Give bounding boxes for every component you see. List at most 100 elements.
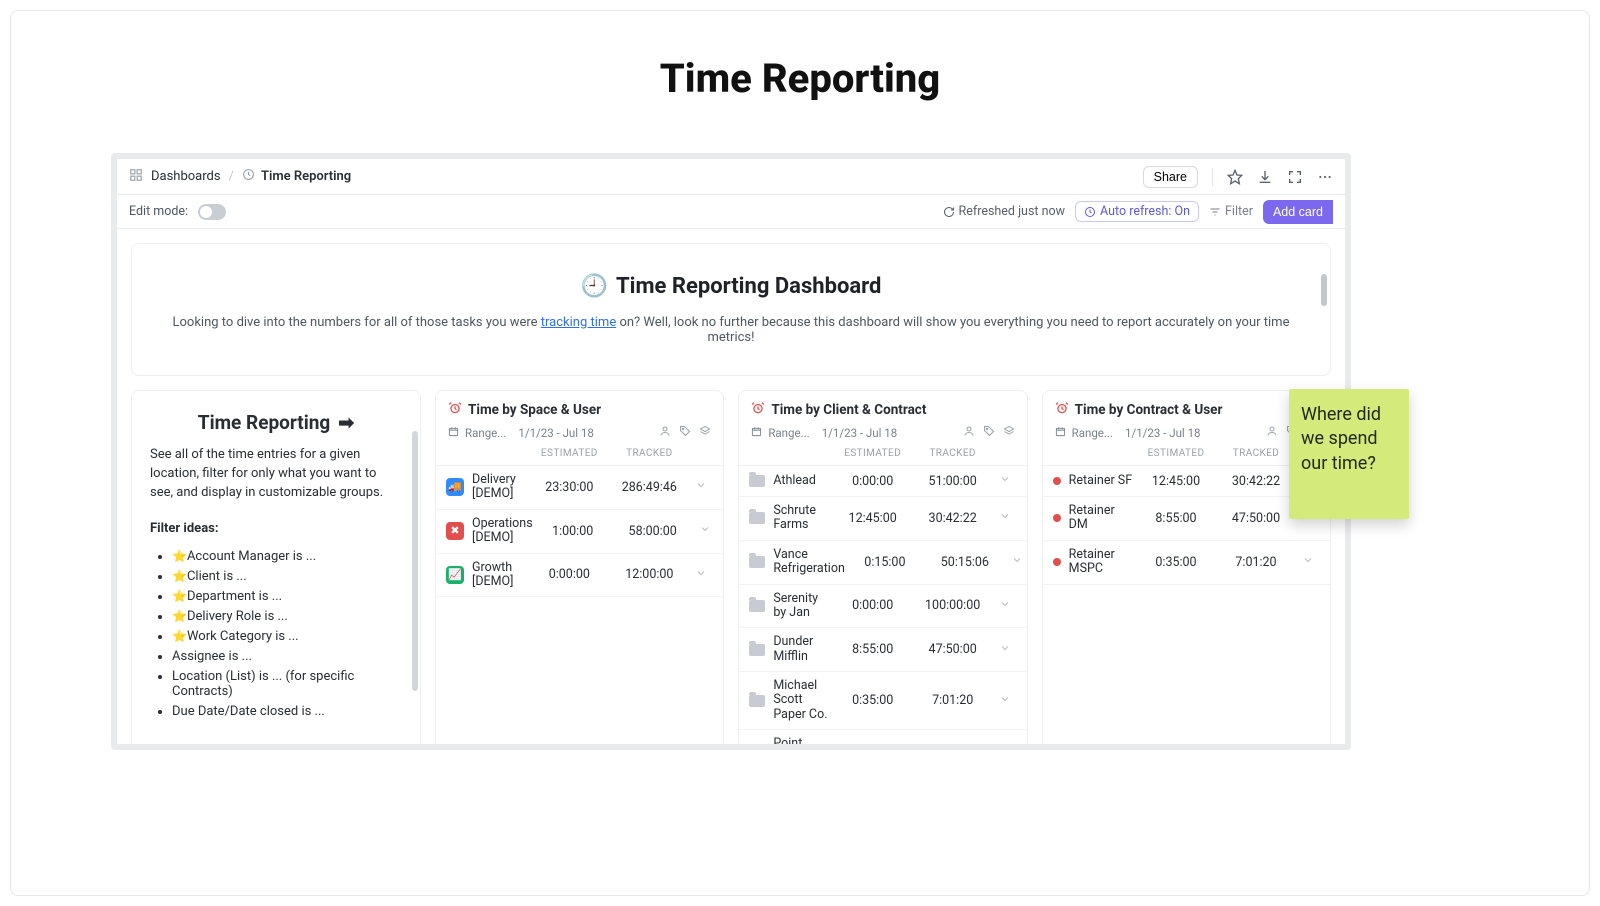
clock-icon bbox=[242, 168, 255, 185]
estimated-time: 23:30:00 bbox=[529, 480, 609, 495]
estimated-time: 0:00:00 bbox=[529, 567, 609, 582]
row-name: Operations [DEMO] bbox=[472, 517, 533, 546]
tracked-time: 7:01:20 bbox=[913, 693, 993, 708]
time-by-client-contract-card: Time by Client & ContractRange...1/1/23 … bbox=[738, 390, 1027, 744]
card-range-row: Range... 1/1/23 - Jul 18 bbox=[1043, 425, 1330, 444]
status-dot-icon bbox=[1053, 514, 1061, 522]
tracked-time: 100:00:00 bbox=[913, 598, 993, 613]
column-header: ESTIMATEDTRACKED bbox=[739, 444, 1026, 466]
expand-row-chevron[interactable] bbox=[689, 479, 713, 495]
filter-idea-item: Assignee is ... bbox=[172, 649, 402, 664]
hero-title: 🕘 Time Reporting Dashboard bbox=[581, 274, 882, 299]
alarm-clock-icon bbox=[448, 401, 462, 419]
table-row[interactable]: 📈Growth [DEMO]0:00:0012:00:00 bbox=[436, 554, 723, 598]
card-scrollbar[interactable] bbox=[412, 431, 418, 691]
row-name: Michael Scott Paper Co. bbox=[773, 679, 832, 722]
estimated-time: 0:00:00 bbox=[833, 598, 913, 613]
layers-icon[interactable] bbox=[699, 425, 711, 440]
person-icon[interactable] bbox=[963, 425, 975, 440]
tracked-time: 12:00:00 bbox=[609, 567, 689, 582]
estimated-time: 8:55:00 bbox=[833, 642, 913, 657]
range-label[interactable]: Range... bbox=[465, 426, 506, 440]
hero-scrollbar[interactable] bbox=[1321, 274, 1327, 306]
expand-icon[interactable] bbox=[1287, 169, 1303, 185]
range-dates: 1/1/23 - Jul 18 bbox=[518, 426, 594, 440]
row-name: Retainer SF bbox=[1069, 474, 1132, 488]
hero-description: Looking to dive into the numbers for all… bbox=[172, 315, 1290, 345]
table-row[interactable]: Retainer SF12:45:0030:42:22 bbox=[1043, 466, 1330, 497]
add-card-button[interactable]: Add card bbox=[1263, 200, 1333, 224]
table-row[interactable]: 🚚Delivery [DEMO]23:30:00286:49:46 bbox=[436, 466, 723, 510]
filter-idea-item: ⭐Client is ... bbox=[172, 569, 402, 584]
expand-row-chevron[interactable] bbox=[993, 598, 1017, 614]
table-row[interactable]: ✖Operations [DEMO]1:00:0058:00:00 bbox=[436, 510, 723, 554]
folder-icon bbox=[749, 475, 765, 487]
tag-icon[interactable] bbox=[679, 425, 691, 440]
expand-row-chevron[interactable] bbox=[693, 523, 717, 539]
estimated-time: 8:55:00 bbox=[1136, 511, 1216, 526]
filter-idea-item: ⭐Work Category is ... bbox=[172, 629, 402, 644]
expand-row-chevron[interactable] bbox=[1296, 554, 1320, 570]
estimated-time: 0:35:00 bbox=[1136, 555, 1216, 570]
estimated-time: 0:00:00 bbox=[833, 474, 913, 489]
expand-row-chevron[interactable] bbox=[993, 693, 1017, 709]
column-header: ESTIMATEDTRACKED bbox=[436, 444, 723, 466]
filter-ideas-list: ⭐Account Manager is ...⭐Client is ...⭐De… bbox=[150, 544, 402, 724]
table-row[interactable]: Retainer DM8:55:0047:50:00 bbox=[1043, 497, 1330, 541]
text-card-heading: Time Reporting ➡ bbox=[150, 411, 402, 434]
expand-row-chevron[interactable] bbox=[993, 642, 1017, 658]
auto-refresh-button[interactable]: Auto refresh: On bbox=[1075, 201, 1199, 222]
filter-ideas-label: Filter ideas: bbox=[150, 521, 402, 536]
table-row[interactable]: Dunder Mifflin8:55:0047:50:00 bbox=[739, 628, 1026, 672]
divider bbox=[1212, 168, 1213, 186]
expand-row-chevron[interactable] bbox=[993, 510, 1017, 526]
star-icon: ⭐ bbox=[172, 609, 187, 623]
table-row[interactable]: Schrute Farms12:45:0030:42:22 bbox=[739, 497, 1026, 541]
table-row[interactable]: Point Based Client Demo1:00:000:00:57 bbox=[739, 730, 1026, 744]
range-dates: 1/1/23 - Jul 18 bbox=[1125, 426, 1201, 440]
tag-icon[interactable] bbox=[983, 425, 995, 440]
tracked-time: 50:15:06 bbox=[925, 555, 1005, 570]
expand-row-chevron[interactable] bbox=[1005, 554, 1028, 570]
filter-idea-item: ⭐Delivery Role is ... bbox=[172, 609, 402, 624]
sticky-note[interactable]: Where did we spend our time? bbox=[1289, 389, 1409, 519]
tracking-time-link[interactable]: tracking time bbox=[541, 315, 616, 330]
arrow-right-icon: ➡ bbox=[338, 411, 354, 434]
folder-icon bbox=[749, 644, 765, 656]
status-dot-icon bbox=[1053, 558, 1061, 566]
refresh-status[interactable]: Refreshed just now bbox=[943, 204, 1066, 219]
row-name: Serenity by Jan bbox=[773, 592, 832, 621]
row-name: Schrute Farms bbox=[773, 504, 832, 533]
text-card-body: See all of the time entries for a given … bbox=[150, 446, 402, 503]
edit-mode-toggle[interactable] bbox=[198, 204, 226, 220]
alarm-clock-icon bbox=[1055, 401, 1069, 419]
table-row[interactable]: Athlead0:00:0051:00:00 bbox=[739, 466, 1026, 497]
expand-row-chevron[interactable] bbox=[993, 473, 1017, 489]
column-header: ESTIMATEDTRACKED bbox=[1043, 444, 1330, 466]
filter-button[interactable]: Filter bbox=[1209, 204, 1253, 219]
alarm-clock-icon bbox=[751, 401, 765, 419]
range-label[interactable]: Range... bbox=[1072, 426, 1113, 440]
star-icon: ⭐ bbox=[172, 629, 187, 643]
expand-row-chevron[interactable] bbox=[689, 567, 713, 583]
layers-icon[interactable] bbox=[1003, 425, 1015, 440]
estimated-time: 0:15:00 bbox=[845, 555, 925, 570]
table-row[interactable]: Michael Scott Paper Co.0:35:007:01:20 bbox=[739, 672, 1026, 730]
share-button[interactable]: Share bbox=[1143, 166, 1198, 188]
edit-mode-label: Edit mode: bbox=[129, 204, 188, 219]
star-icon[interactable] bbox=[1227, 169, 1243, 185]
table-row[interactable]: Serenity by Jan0:00:00100:00:00 bbox=[739, 585, 1026, 629]
person-icon[interactable] bbox=[659, 425, 671, 440]
more-icon[interactable] bbox=[1317, 169, 1333, 185]
range-label[interactable]: Range... bbox=[768, 426, 809, 440]
row-name: Delivery [DEMO] bbox=[472, 473, 529, 502]
space-icon: 📈 bbox=[446, 566, 464, 584]
breadcrumb-root[interactable]: Dashboards bbox=[151, 169, 221, 184]
star-icon: ⭐ bbox=[172, 569, 187, 583]
download-icon[interactable] bbox=[1257, 169, 1273, 185]
row-name: Dunder Mifflin bbox=[773, 635, 832, 664]
estimated-time: 1:00:00 bbox=[533, 524, 613, 539]
person-icon[interactable] bbox=[1266, 425, 1278, 440]
table-row[interactable]: Retainer MSPC0:35:007:01:20 bbox=[1043, 541, 1330, 585]
table-row[interactable]: Vance Refrigeration0:15:0050:15:06 bbox=[739, 541, 1026, 585]
